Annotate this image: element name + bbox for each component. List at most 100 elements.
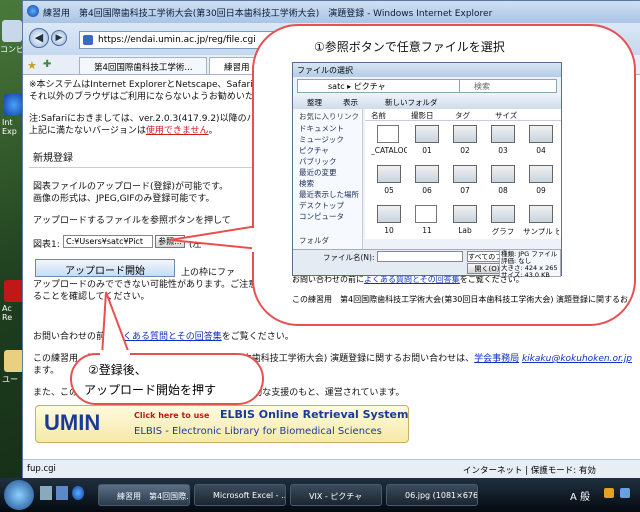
dialog-search-field[interactable]: 検索 [459, 79, 557, 93]
tab-abstract[interactable]: 第4回国際歯科技工学術... [79, 57, 207, 74]
file-path-input[interactable]: C:¥Users¥satc¥Pict [63, 235, 153, 248]
secretariat-link[interactable]: 学会事務局 [474, 354, 519, 364]
task-excel[interactable]: Microsoft Excel - ... [194, 484, 286, 506]
start-button[interactable] [4, 480, 34, 510]
col-name[interactable]: 名前 [371, 110, 386, 121]
file-name-label[interactable]: 07 [447, 186, 483, 195]
contact-line-2: ます。 [33, 366, 60, 376]
add-favorites-icon[interactable]: ✚ [43, 59, 55, 71]
favorites-star-icon[interactable]: ★ [27, 59, 39, 72]
desktop-icon-label: コンピ [0, 45, 24, 54]
tray-icon[interactable] [604, 488, 614, 498]
elbis-banner[interactable]: UMIN Click here to use ELBIS Online Retr… [35, 405, 409, 443]
favorites-header: お気に入りリンク [299, 112, 359, 121]
tree-recent-places[interactable]: 最近表示した場所 [299, 189, 359, 200]
file-name-label[interactable]: グラフ [485, 226, 521, 237]
col-date[interactable]: 撮影日 [411, 110, 434, 121]
tree-computer[interactable]: コンピュータ [299, 211, 344, 222]
computer-icon[interactable] [2, 20, 22, 42]
page-icon [83, 35, 93, 45]
file-name-label[interactable]: _CATALOG.VIX [371, 146, 407, 155]
quicklaunch-ie-icon[interactable] [72, 486, 84, 500]
back-button[interactable]: ◀ [29, 28, 49, 48]
file-name-label[interactable]: 01 [409, 146, 445, 155]
file-name-label[interactable]: 09 [523, 186, 559, 195]
image-thumbnail-icon[interactable] [453, 165, 477, 183]
desktop-icon-label: ユー [2, 375, 18, 384]
tree-public[interactable]: パブリック [299, 156, 337, 167]
column-headers: 名前 撮影日 タグ サイズ [365, 109, 561, 121]
filename-input[interactable] [377, 251, 463, 262]
image-thumbnail-icon[interactable] [491, 125, 515, 143]
file-name-label[interactable]: 02 [447, 146, 483, 155]
dialog-path[interactable]: satc ▸ ピクチャ [297, 79, 485, 93]
file-name-label[interactable]: 10 [371, 226, 407, 235]
image-thumbnail-icon[interactable] [377, 205, 401, 223]
file-name-label[interactable]: 08 [485, 186, 521, 195]
image-thumbnail-icon[interactable] [529, 125, 553, 143]
image-thumbnail-icon[interactable] [453, 125, 477, 143]
organize-button[interactable]: 整理 [307, 97, 322, 108]
acrobat-reader-icon[interactable] [4, 280, 24, 302]
file-name-label[interactable]: Lab [447, 226, 483, 235]
image-thumbnail-icon[interactable] [529, 205, 553, 223]
file-name-label[interactable]: 03 [485, 146, 521, 155]
tree-recent-changes[interactable]: 最近の変更 [299, 167, 337, 178]
image-thumbnail-icon[interactable] [453, 205, 477, 223]
image-thumbnail-icon[interactable] [415, 165, 439, 183]
window-title: 練習用 第4回国際歯科技工学術大会(第30回日本歯科技工学術大会) 演題登録 -… [23, 1, 640, 23]
safari-link[interactable]: 使用できません [146, 126, 209, 136]
info-size: サイズ: 43.0 KB [501, 271, 550, 279]
show-desktop-icon[interactable] [40, 486, 52, 500]
tray-icon[interactable] [620, 488, 630, 498]
warning-line-2: それ以外のブラウザはご利用にならないようお勧めいたします。 [29, 92, 289, 102]
file-grid: _CATALOG.VIX01020304 0506070809 1011Labグラフ… [365, 121, 561, 239]
file-name-label[interactable]: 05 [371, 186, 407, 195]
banner-title: ELBIS Online Retrieval System [220, 408, 409, 421]
switch-windows-icon[interactable] [56, 486, 68, 500]
intro-text-2: 画像の形式は、JPEG,GIFのみ登録可能です。 [33, 194, 215, 204]
col-tags[interactable]: タグ [455, 110, 470, 121]
image-thumbnail-icon[interactable] [377, 165, 401, 183]
image-thumbnail-icon[interactable] [415, 205, 437, 223]
taskbar: 練習用 第4回国際... Microsoft Excel - ... VIX -… [0, 478, 640, 512]
ime-indicator[interactable]: A 般 [570, 488, 590, 503]
image-thumbnail-icon[interactable] [529, 165, 553, 183]
file-name-label[interactable]: 11 [409, 226, 445, 235]
tree-desktop[interactable]: デスクトップ [299, 200, 344, 211]
file-name-label[interactable]: 06 [409, 186, 445, 195]
view-button[interactable]: 表示 [343, 97, 358, 108]
tree-documents[interactable]: ドキュメント [299, 123, 344, 134]
internet-explorer-icon[interactable] [4, 94, 24, 116]
callout-1-text: ①参照ボタンで任意ファイルを選択 [314, 40, 505, 54]
col-size[interactable]: サイズ [495, 110, 517, 121]
catalog-file-icon[interactable] [377, 125, 399, 143]
email-link[interactable]: kikaku@kokuhoken.or.jp [522, 354, 632, 364]
user-folder-icon[interactable] [4, 350, 24, 372]
pointer-join [100, 350, 130, 356]
status-url: fup.cgi [27, 464, 56, 474]
tree-search[interactable]: 検索 [299, 178, 314, 189]
bg-faq-link[interactable]: よくある質問とその回答集 [364, 275, 460, 284]
tree-music[interactable]: ミュージック [299, 134, 344, 145]
callout-bubble-2: ②登録後、 アップロード開始を押す [70, 353, 264, 405]
umin-logo: UMIN [44, 410, 101, 435]
image-thumbnail-icon[interactable] [491, 205, 515, 223]
task-browser[interactable]: 練習用 第4回国際... [98, 484, 190, 506]
tree-pictures[interactable]: ピクチャ [299, 145, 329, 156]
image-thumbnail-icon[interactable] [415, 125, 439, 143]
banner-click-text: Click here to use [134, 411, 210, 420]
folders-toggle[interactable]: フォルダ [299, 235, 329, 246]
new-folder-button[interactable]: 新しいフォルダ [385, 97, 438, 108]
task-image[interactable]: 06.jpg (1081×676... [386, 484, 478, 506]
filename-label: ファイル名(N): [323, 253, 375, 262]
forward-button[interactable]: ▶ [51, 30, 67, 46]
file-name-label[interactable]: 04 [523, 146, 559, 155]
image-thumbnail-icon[interactable] [491, 165, 515, 183]
file-open-dialog: ファイルの選択 satc ▸ ピクチャ 検索 整理 表示 新しいフォルダ お気に… [292, 62, 562, 279]
file-name-label[interactable]: サンプル ピ [523, 226, 559, 237]
upload-start-button[interactable]: アップロード開始 [35, 259, 175, 277]
file-info-panel: 種類: JPG ファイル 評価: なし 大きさ: 424 x 265 サイズ: … [499, 249, 561, 279]
task-vix[interactable]: VIX - ピクチャ [290, 484, 382, 506]
bg-contact: この練習用 第4回国際歯科技工学術大会(第30回日本歯科技工学術大会) 演題登録… [292, 295, 628, 304]
